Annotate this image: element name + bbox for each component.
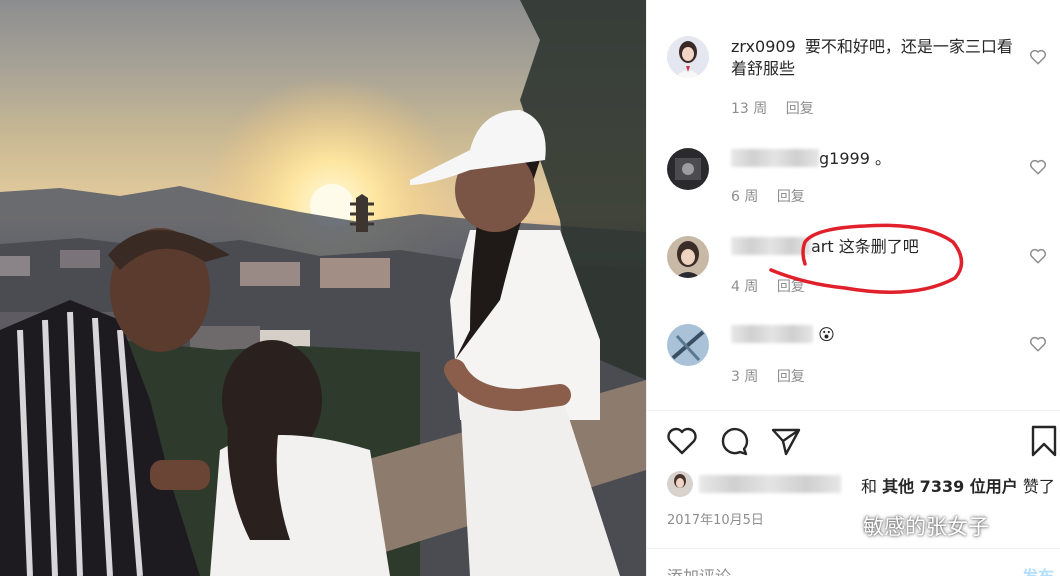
avatar[interactable] [667, 36, 709, 78]
reply-button[interactable]: 回复 [786, 101, 814, 117]
heart-icon[interactable] [1029, 48, 1047, 66]
watermark: 敏感的张女子 [823, 511, 989, 541]
comment-icon[interactable] [717, 424, 751, 458]
blurred-username [699, 475, 841, 493]
likes-conj: 和 [861, 477, 878, 496]
reply-button[interactable]: 回复 [777, 189, 805, 205]
reply-button[interactable]: 回复 [777, 369, 805, 385]
comment-text: 😮 [731, 324, 1021, 346]
bookmark-icon[interactable] [1027, 424, 1060, 458]
comment-time[interactable]: 13 周 [731, 101, 767, 117]
comment-username[interactable]: g1999 [819, 149, 870, 168]
post-date[interactable]: 2017年10月5日 [667, 509, 764, 528]
blurred-username [731, 149, 819, 167]
post-photo [0, 0, 646, 576]
likes-verb: 赞了 [1022, 477, 1055, 496]
comment-time[interactable]: 3 周 [731, 369, 758, 385]
likes-text: 和 其他 7339 位用户 赞了 [861, 473, 1055, 497]
avatar[interactable] [667, 148, 709, 190]
avatar[interactable] [667, 471, 693, 497]
wechat-icon [824, 514, 858, 538]
comment-item: zrx0909 要不和好吧，还是一家三口看着舒服些 13 周 回复 [667, 36, 1047, 126]
comment-meta: 13 周 回复 [731, 98, 828, 118]
sunset-family-photo [0, 0, 646, 576]
add-comment-input[interactable]: 添加评论 [667, 563, 731, 576]
comment-meta: 6 周 回复 [731, 186, 819, 206]
like-heart-icon[interactable] [665, 424, 699, 458]
avatar[interactable] [667, 236, 709, 278]
heart-icon[interactable] [1029, 247, 1047, 265]
blurred-username [731, 325, 813, 343]
comment-time[interactable]: 4 周 [731, 279, 758, 295]
avatar[interactable] [667, 324, 709, 366]
comment-text: zrx0909 要不和好吧，还是一家三口看着舒服些 [731, 36, 1021, 80]
comment-text: g1999 。 [731, 148, 1021, 170]
divider [647, 548, 1060, 549]
divider [647, 410, 1060, 411]
comment-time[interactable]: 6 周 [731, 189, 758, 205]
comment-item: g1999 。 6 周 回复 [667, 148, 1047, 208]
heart-icon[interactable] [1029, 158, 1047, 176]
comment-body: 😮 [818, 325, 835, 344]
comments-panel: zrx0909 要不和好吧，还是一家三口看着舒服些 13 周 回复 g1999 … [646, 0, 1060, 576]
comment-meta: 3 周 回复 [731, 366, 819, 386]
post-button[interactable]: 发布 [1022, 563, 1054, 576]
likes-summary: 和 其他 7339 位用户 赞了 [667, 470, 1057, 498]
comment-item: 😮 3 周 回复 [667, 324, 1047, 386]
red-highlight-circle [769, 223, 964, 294]
heart-icon[interactable] [1029, 335, 1047, 353]
watermark-text: 敏感的张女子 [863, 515, 989, 539]
comment-body: 。 [874, 149, 891, 168]
likes-others-link[interactable]: 其他 7339 位用户 [882, 477, 1018, 496]
comment-username[interactable]: zrx0909 [731, 37, 796, 56]
share-icon[interactable] [769, 424, 803, 458]
